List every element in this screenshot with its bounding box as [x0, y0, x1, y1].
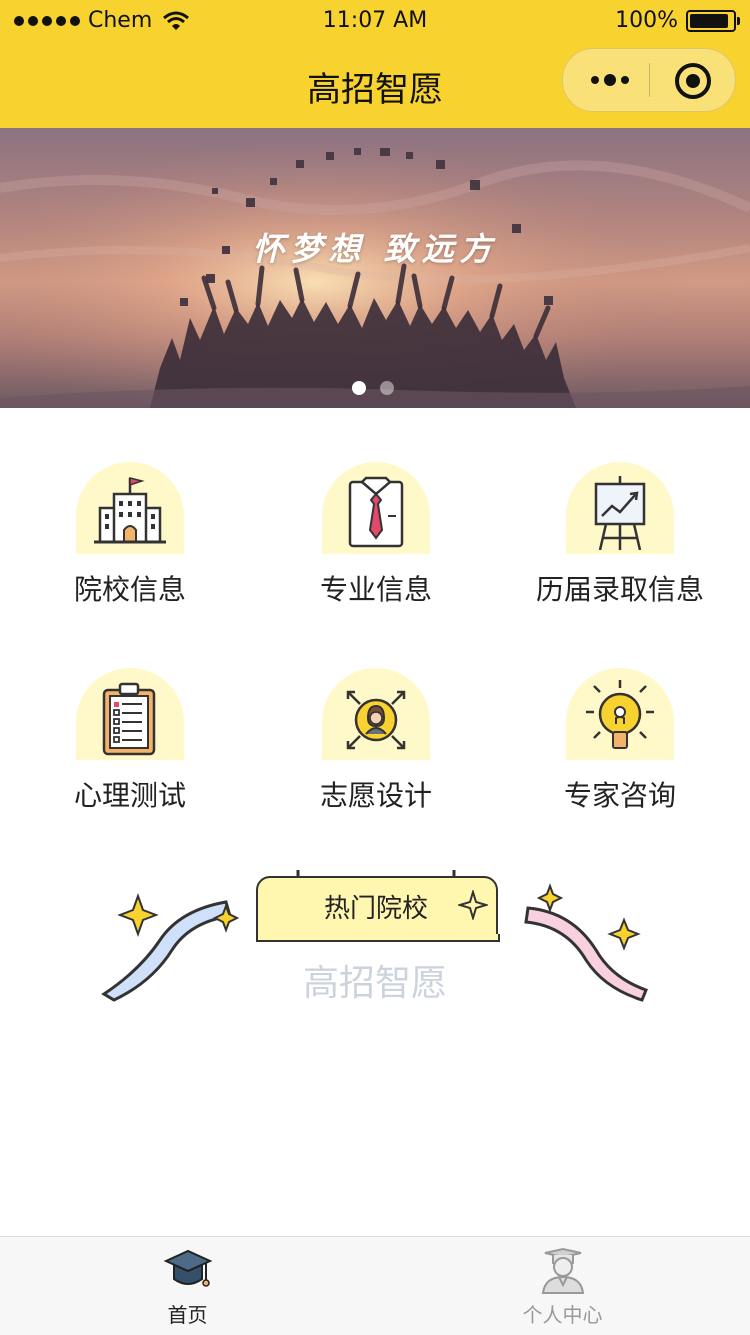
banner-carousel[interactable]: 怀梦想 致远方 [0, 128, 750, 408]
battery-percent: 100% [615, 8, 678, 33]
mini-program-capsule [562, 48, 736, 112]
menu-label: 专家咨询 [563, 779, 676, 812]
person-arrows-icon [346, 690, 406, 750]
menu-item-majors[interactable]: 专业信息 [266, 462, 486, 608]
menu-label: 专业信息 [319, 573, 432, 606]
hot-schools-subtitle: 高招智愿 [302, 963, 447, 1004]
battery-icon [686, 9, 740, 32]
hot-schools-header: 热门院校 高招智愿 [0, 860, 750, 1020]
menu-item-expert-consult[interactable]: 专家咨询 [510, 668, 730, 814]
menu-icon-bg [76, 462, 184, 554]
banner-slogan: 怀梦想 致远方 [252, 230, 498, 268]
menu-icon-bg [322, 668, 430, 760]
tab-home[interactable]: 首页 [0, 1237, 375, 1335]
top-bar: Chem 11:07 AM 100% 高招智愿 [0, 0, 750, 128]
tab-label: 首页 [167, 1303, 208, 1327]
more-dots-icon[interactable] [591, 67, 631, 93]
close-target-icon[interactable] [675, 63, 711, 99]
status-right: 100% [615, 8, 740, 33]
menu-icon-bg [322, 462, 430, 554]
menu-label: 心理测试 [73, 779, 186, 812]
menu-icon-bg [566, 462, 674, 554]
lightbulb-icon [586, 680, 654, 749]
menu-label: 院校信息 [73, 573, 186, 606]
clipboard-test-icon [102, 682, 156, 756]
menu-item-admission-history[interactable]: 历届录取信息 [510, 462, 730, 608]
menu-icon-bg [566, 668, 674, 760]
menu-icon-bg [76, 668, 184, 760]
carousel-dot-1[interactable] [352, 381, 366, 395]
graduate-person-icon [541, 1247, 585, 1294]
status-bar: Chem 11:07 AM 100% [0, 0, 750, 40]
tab-bar: 首页 个人中心 [0, 1236, 750, 1335]
graduation-cap-icon [163, 1249, 213, 1287]
menu-item-volunteer-design[interactable]: 志愿设计 [266, 668, 486, 814]
menu-label: 志愿设计 [319, 779, 432, 812]
menu-item-psych-test[interactable]: 心理测试 [20, 668, 240, 814]
chart-easel-icon [594, 476, 646, 550]
capsule-divider [649, 63, 650, 97]
menu-item-schools[interactable]: 院校信息 [20, 462, 240, 608]
menu-label: 历届录取信息 [535, 573, 704, 606]
shirt-tie-icon [348, 476, 404, 548]
tab-label: 个人中心 [522, 1303, 603, 1327]
hot-board-base [256, 934, 500, 942]
hot-schools-title: 热门院校 [323, 894, 428, 924]
battery-fill [690, 13, 728, 28]
carousel-indicators [352, 381, 394, 395]
carousel-dot-2[interactable] [380, 381, 394, 395]
tab-profile[interactable]: 个人中心 [375, 1237, 750, 1335]
university-icon [94, 477, 166, 544]
